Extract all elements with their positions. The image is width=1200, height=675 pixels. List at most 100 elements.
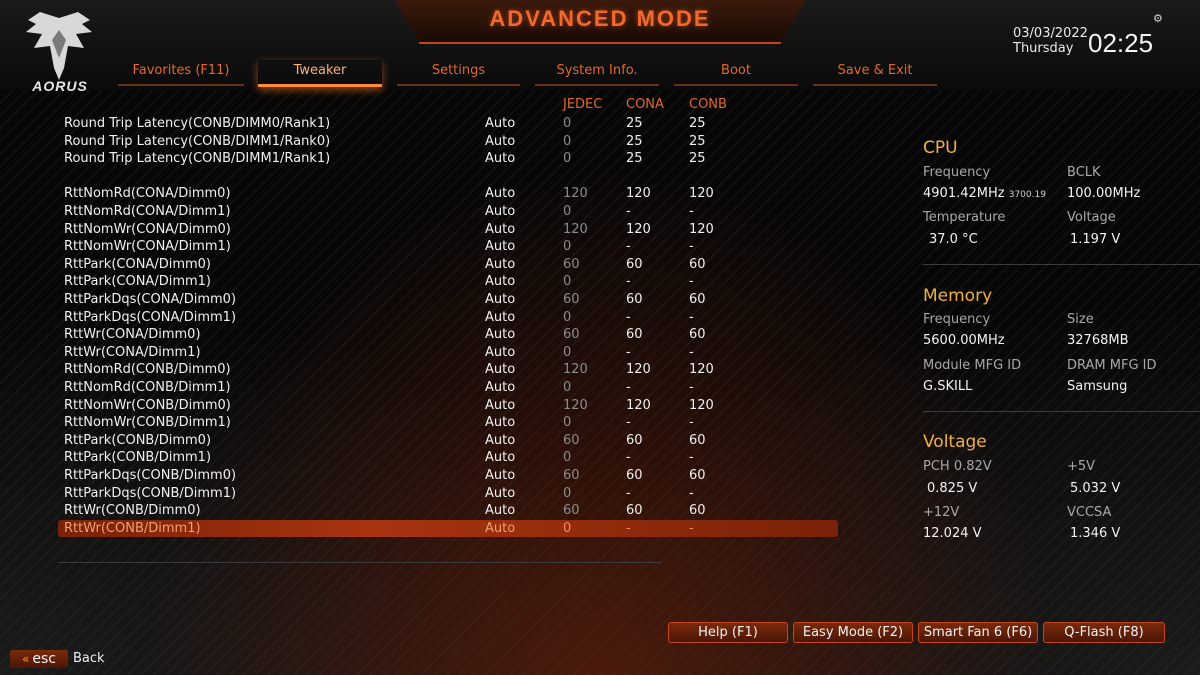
setting-row[interactable]: Round Trip Latency(CONB/DIMM0/Rank1) Auto…	[58, 115, 838, 132]
setting-name: RttParkDqs(CONB/Dimm0)	[64, 468, 237, 483]
conb-value: 60	[689, 503, 706, 519]
setting-value[interactable]: Auto	[485, 449, 515, 466]
setting-value[interactable]: Auto	[485, 221, 515, 238]
12v-value: 12.024 V	[923, 526, 982, 541]
conb-value: 25	[689, 151, 706, 167]
easy-mode-button[interactable]: Easy Mode (F2)	[793, 622, 913, 643]
setting-value[interactable]: Auto	[485, 256, 515, 273]
tab-save-exit[interactable]: Save & Exit	[813, 60, 937, 86]
setting-name: RttWr(CONB/Dimm0)	[64, 503, 201, 519]
setting-value[interactable]: Auto	[485, 379, 515, 396]
setting-value[interactable]: Auto	[485, 115, 515, 132]
help-button[interactable]: Help (F1)	[668, 622, 788, 643]
selected-setting-row[interactable]: RttWr(CONB/Dimm1) Auto 0 - -	[58, 519, 838, 537]
setting-name: RttParkDqs(CONB/Dimm1)	[64, 485, 237, 501]
tab-bar: Favorites (F11) Tweaker Settings System …	[0, 60, 1200, 87]
jedec-value: 120	[563, 362, 588, 378]
conb-value: -	[689, 380, 694, 395]
setting-name: RttNomRd(CONA/Dimm1)	[64, 204, 231, 219]
dram-mfg-label: DRAM MFG ID	[1067, 358, 1157, 373]
cpu-frequency-sub: 3700.19	[1008, 190, 1046, 200]
setting-value[interactable]: Auto	[485, 203, 515, 220]
setting-row[interactable]: Round Trip Latency(CONB/DIMM1/Rank0) Auto…	[58, 133, 838, 150]
setting-name: RttNomWr(CONB/Dimm0)	[64, 397, 231, 413]
conb-value: -	[689, 520, 694, 536]
setting-row[interactable]: RttNomRd(CONA/Dimm0) Auto 120 120 120	[58, 185, 838, 202]
setting-row[interactable]: RttPark(CONB/Dimm0) Auto 60 60 60	[58, 432, 838, 449]
setting-row[interactable]: RttParkDqs(CONB/Dimm0) Auto 60 60 60	[58, 467, 838, 484]
jedec-value: 0	[563, 520, 572, 536]
setting-row[interactable]: RttNomRd(CONB/Dimm0) Auto 120 120 120	[58, 361, 838, 378]
setting-value[interactable]: Auto	[485, 361, 515, 378]
setting-name: Round Trip Latency(CONB/DIMM1/Rank1)	[64, 151, 331, 167]
jedec-value: 120	[563, 397, 588, 413]
setting-row[interactable]: RttNomWr(CONB/Dimm1) Auto 0 - -	[58, 414, 838, 431]
setting-value[interactable]: Auto	[485, 432, 515, 449]
setting-value[interactable]: Auto	[485, 520, 515, 537]
setting-value[interactable]: Auto	[485, 291, 515, 308]
setting-value[interactable]: Auto	[485, 273, 515, 290]
jedec-value: 0	[563, 415, 572, 431]
jedec-value: 60	[563, 432, 580, 448]
voltage-section-title: Voltage	[923, 432, 987, 452]
setting-name: RttNomWr(CONA/Dimm1)	[64, 239, 231, 255]
tab-tweaker[interactable]: Tweaker	[258, 60, 382, 87]
setting-row[interactable]: RttPark(CONB/Dimm1) Auto 0 - -	[58, 449, 838, 466]
setting-row[interactable]: RttNomRd(CONB/Dimm1) Auto 0 - -	[58, 379, 838, 396]
jedec-value: 0	[563, 450, 572, 466]
setting-row[interactable]: RttWr(CONB/Dimm0) Auto 60 60 60	[58, 502, 838, 519]
setting-value[interactable]: Auto	[485, 238, 515, 255]
cpu-temperature-value: 37.0 °C	[929, 232, 978, 247]
setting-value[interactable]: Auto	[485, 467, 515, 484]
setting-name: RttPark(CONB/Dimm1)	[64, 450, 212, 466]
vccsa-value: 1.346 V	[1070, 526, 1121, 541]
setting-row[interactable]: RttWr(CONA/Dimm1) Auto 0 - -	[58, 344, 838, 361]
cona-value: 60	[626, 327, 643, 343]
setting-value[interactable]: Auto	[485, 133, 515, 150]
page-title: ADVANCED MODE	[489, 6, 711, 31]
tab-settings[interactable]: Settings	[397, 60, 520, 86]
setting-row[interactable]: RttPark(CONA/Dimm1) Auto 0 - -	[58, 273, 838, 290]
setting-value[interactable]: Auto	[485, 414, 515, 431]
setting-value[interactable]: Auto	[485, 397, 515, 414]
setting-row[interactable]: RttWr(CONA/Dimm0) Auto 60 60 60	[58, 326, 838, 343]
setting-row[interactable]: RttNomWr(CONA/Dimm1) Auto 0 - -	[58, 238, 838, 255]
cpu-temperature-label: Temperature	[923, 210, 1006, 225]
12v-label: +12V	[923, 505, 960, 520]
conb-value: -	[689, 239, 694, 255]
conb-value: 60	[689, 432, 706, 448]
smart-fan-button[interactable]: Smart Fan 6 (F6)	[918, 622, 1038, 643]
setting-row[interactable]: RttParkDqs(CONA/Dimm0) Auto 60 60 60	[58, 291, 838, 308]
setting-value[interactable]: Auto	[485, 326, 515, 343]
cona-value: 60	[626, 292, 643, 307]
column-header-conb: CONB	[689, 97, 727, 112]
setting-value[interactable]: Auto	[485, 485, 515, 502]
setting-name: RttNomRd(CONB/Dimm1)	[64, 380, 231, 395]
cona-value: 120	[626, 221, 651, 237]
setting-value[interactable]: Auto	[485, 502, 515, 519]
setting-row[interactable]: Round Trip Latency(CONB/DIMM1/Rank1) Auto…	[58, 150, 838, 167]
setting-row[interactable]: RttParkDqs(CONA/Dimm1) Auto 0 - -	[58, 309, 838, 326]
setting-value[interactable]: Auto	[485, 150, 515, 167]
setting-value[interactable]: Auto	[485, 309, 515, 326]
tab-favorites[interactable]: Favorites (F11)	[118, 60, 244, 86]
setting-row[interactable]: RttNomRd(CONA/Dimm1) Auto 0 - -	[58, 203, 838, 220]
esc-button[interactable]: «esc	[10, 650, 68, 668]
setting-row[interactable]: RttPark(CONA/Dimm0) Auto 60 60 60	[58, 256, 838, 273]
setting-row[interactable]: RttNomWr(CONB/Dimm0) Auto 120 120 120	[58, 397, 838, 414]
conb-value: -	[689, 204, 694, 219]
setting-value[interactable]: Auto	[485, 344, 515, 361]
jedec-value: 0	[563, 151, 572, 167]
jedec-value: 0	[563, 116, 572, 131]
setting-value[interactable]: Auto	[485, 185, 515, 202]
qflash-button[interactable]: Q-Flash (F8)	[1043, 622, 1165, 643]
gear-icon[interactable]: ⚙	[1153, 12, 1163, 25]
setting-row[interactable]: RttParkDqs(CONB/Dimm1) Auto 0 - -	[58, 485, 838, 502]
jedec-value: 0	[563, 239, 572, 255]
tab-boot[interactable]: Boot	[674, 60, 798, 86]
module-mfg-value: G.SKILL	[923, 379, 973, 394]
setting-row[interactable]: RttNomWr(CONA/Dimm0) Auto 120 120 120	[58, 221, 838, 238]
tab-system-info[interactable]: System Info.	[535, 60, 659, 86]
cona-value: -	[626, 485, 631, 501]
jedec-value: 60	[563, 256, 580, 272]
